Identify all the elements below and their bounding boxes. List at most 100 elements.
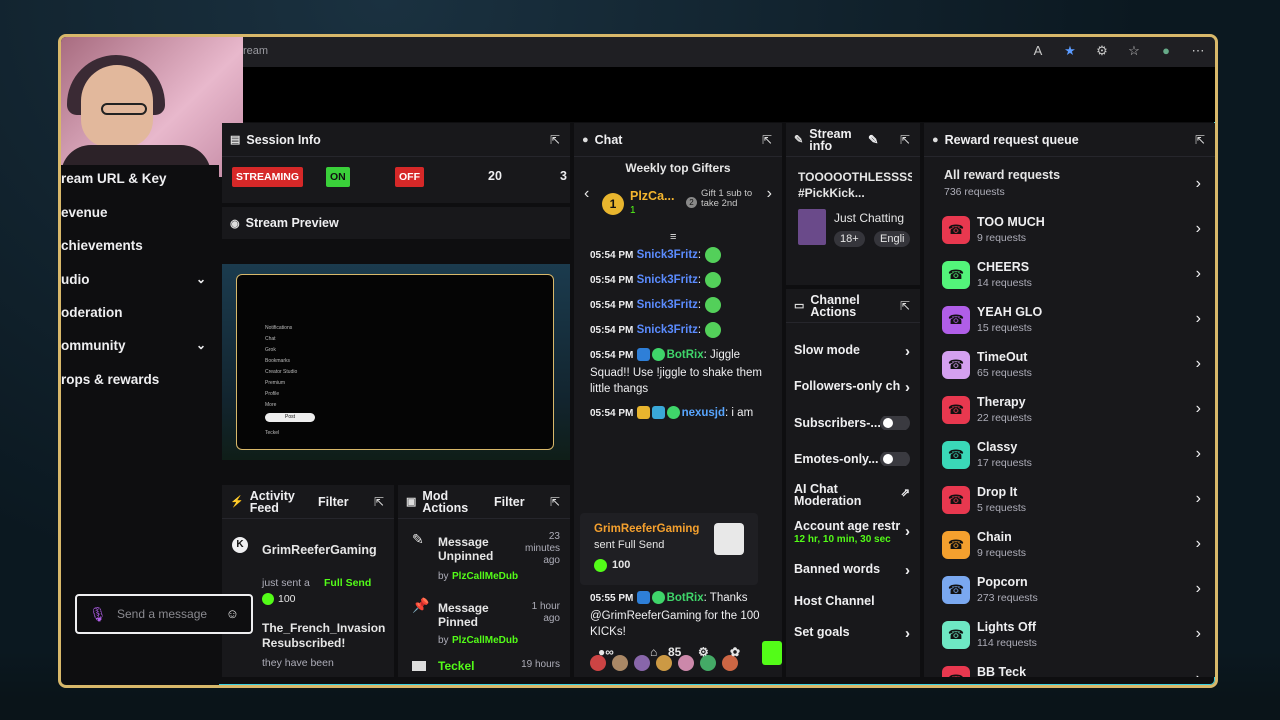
subscribers-only-toggle[interactable] (880, 416, 910, 430)
chevron-right-icon: › (1195, 355, 1201, 372)
more-menu-icon[interactable]: ⋯ (1189, 43, 1207, 59)
emote-icon (705, 322, 722, 338)
reward-item[interactable]: ☎ BB Teck › (942, 661, 1205, 677)
reward-count: 273 requests (977, 592, 1038, 604)
chevron-right-icon: › (905, 625, 910, 639)
tshirt-icon (714, 523, 744, 555)
nav-achievements[interactable]: chievements (61, 238, 143, 253)
host-channel-item[interactable]: Host Channel (794, 594, 910, 608)
nav-moderation[interactable]: oderation (61, 305, 123, 320)
crown-badge-icon (636, 406, 650, 420)
nav-revenue[interactable]: evenue (61, 205, 108, 220)
chat-input[interactable]: 🎙 Send a message ☺ (75, 594, 253, 634)
address-bar[interactable]: ream (243, 45, 268, 57)
chevron-down-icon: ⌄ (195, 338, 206, 352)
nav-community[interactable]: ommunity ⌄ (61, 338, 206, 353)
ai-moderation-item[interactable]: AI Chat Moderation ⇗ (794, 483, 910, 507)
panel-title: Stream Preview (245, 216, 339, 230)
extensions-icon[interactable]: ⚙ (1093, 43, 1111, 59)
chevron-right-icon: › (1195, 535, 1201, 552)
reward-item[interactable]: ☎ YEAH GLO 15 requests › (942, 301, 1205, 341)
nav-drops-rewards[interactable]: rops & rewards (61, 372, 159, 387)
popout-icon[interactable]: ⇱ (900, 299, 910, 313)
sub-badge-icon (651, 406, 665, 420)
chevron-left-icon[interactable]: ‹ (584, 185, 589, 203)
filter-button[interactable]: Filter (318, 495, 349, 509)
chat-icon: ● (582, 133, 589, 146)
emoji-icon[interactable]: ☺ (226, 606, 239, 621)
popout-icon[interactable]: ⇱ (374, 495, 384, 509)
emotes-only-item[interactable]: Emotes-only... (794, 452, 910, 466)
popout-icon[interactable]: ⇱ (1195, 133, 1205, 147)
panel-title: Session Info (246, 132, 321, 147)
reward-item[interactable]: ☎ Therapy 22 requests › (942, 391, 1205, 431)
nav-stream-url-key[interactable]: ream URL & Key (61, 171, 167, 186)
settings-gear-icon[interactable]: ⚙ (698, 645, 709, 659)
store-icon[interactable]: ⌂ (650, 645, 657, 659)
collapse-icon[interactable]: ≡ (670, 231, 676, 243)
panel-title: Chat (594, 132, 623, 147)
set-goals-item[interactable]: Set goals › (794, 625, 910, 639)
emote-icon (705, 247, 722, 263)
stream-preview-video[interactable]: Notifications Chat Grok Bookmarks Creator St… (222, 264, 570, 460)
gift-event-card: GrimReeferGaming sent Full Send 100 (580, 513, 758, 585)
pin-icon: 📌 (412, 597, 430, 613)
off-badge: OFF (395, 167, 424, 187)
panel-title: Activity Feed (249, 488, 295, 515)
points-icon[interactable]: ●∞ (598, 645, 614, 659)
read-aloud-icon[interactable]: A (1029, 43, 1047, 59)
chat-message: 05:54 PM Snick3Fritz: (590, 247, 772, 265)
popout-icon[interactable]: ⇱ (550, 495, 560, 509)
reward-phone-icon: ☎ (942, 216, 970, 244)
stream-preview-header: ◉ Stream Preview (222, 207, 570, 239)
subscribers-only-item[interactable]: Subscribers-... (794, 416, 910, 430)
reward-item[interactable]: ☎ TimeOut 65 requests › (942, 346, 1205, 386)
account-age-item[interactable]: Account age restr › 12 hr, 10 min, 30 sec (794, 519, 910, 545)
reward-item[interactable]: ☎ Classy 17 requests › (942, 436, 1205, 476)
reward-name: Therapy (977, 395, 1026, 409)
popout-icon[interactable]: ⇱ (762, 133, 772, 147)
panel-title: Mod Actions (422, 488, 469, 515)
reward-item[interactable]: ☎ Lights Off 114 requests › (942, 616, 1205, 656)
nav-audio[interactable]: udio ⌄ (61, 272, 206, 287)
reward-phone-icon: ☎ (942, 351, 970, 379)
chevron-right-icon: › (1195, 580, 1201, 597)
favorites-icon[interactable]: ☆ (1125, 43, 1143, 59)
filter-button[interactable]: Filter (494, 495, 525, 509)
popout-icon[interactable]: ⇱ (900, 133, 910, 147)
chat-send-button[interactable] (762, 641, 782, 665)
reward-phone-icon: ☎ (942, 576, 970, 604)
chevron-right-icon: › (1195, 310, 1201, 327)
profile-avatar[interactable]: ● (1157, 43, 1175, 59)
top-gifter-name: PlzCa... (630, 189, 675, 203)
panel-title: Channel Actions (810, 292, 860, 319)
followers-only-item[interactable]: Followers-only ch › (794, 379, 910, 393)
activity-user: GrimReeferGaming (262, 543, 377, 557)
gift-icon[interactable]: ✿ (730, 645, 740, 659)
reward-item[interactable]: ☎ Drop It 5 requests › (942, 481, 1205, 521)
chevron-right-icon: › (901, 379, 910, 393)
category-thumbnail (798, 209, 826, 245)
session-stat: 3 (560, 169, 567, 183)
on-badge: ON (326, 167, 350, 187)
reward-icon: ● (932, 133, 939, 146)
slow-mode-item[interactable]: Slow mode › (794, 343, 910, 357)
reward-name: Popcorn (977, 575, 1028, 589)
popout-icon[interactable]: ⇱ (550, 133, 560, 147)
reward-item[interactable]: ☎ Popcorn 273 requests › (942, 571, 1205, 611)
edit-icon[interactable]: ✎ (868, 132, 878, 147)
chevron-right-icon: › (1196, 670, 1201, 677)
favorite-star-icon[interactable]: ★ (1061, 43, 1079, 59)
microphone-icon[interactable]: 🎙 (89, 606, 107, 623)
reward-count: 9 requests (977, 232, 1027, 244)
banned-words-item[interactable]: Banned words › (794, 562, 910, 576)
reward-item[interactable]: ☎ Chain 9 requests › (942, 526, 1205, 566)
chat-footer: ●∞ ⌂ 85 ⚙ ✿ (594, 641, 782, 665)
chevron-right-icon[interactable]: › (767, 185, 772, 203)
reward-name: Lights Off (977, 620, 1037, 634)
all-rewards-item[interactable]: All reward requests 736 requests › (944, 166, 1205, 206)
emotes-only-toggle[interactable] (880, 452, 910, 466)
reward-item[interactable]: ☎ TOO MUCH 9 requests › (942, 211, 1205, 251)
reward-item[interactable]: ☎ CHEERS 14 requests › (942, 256, 1205, 296)
chevron-right-icon: › (1195, 400, 1201, 417)
